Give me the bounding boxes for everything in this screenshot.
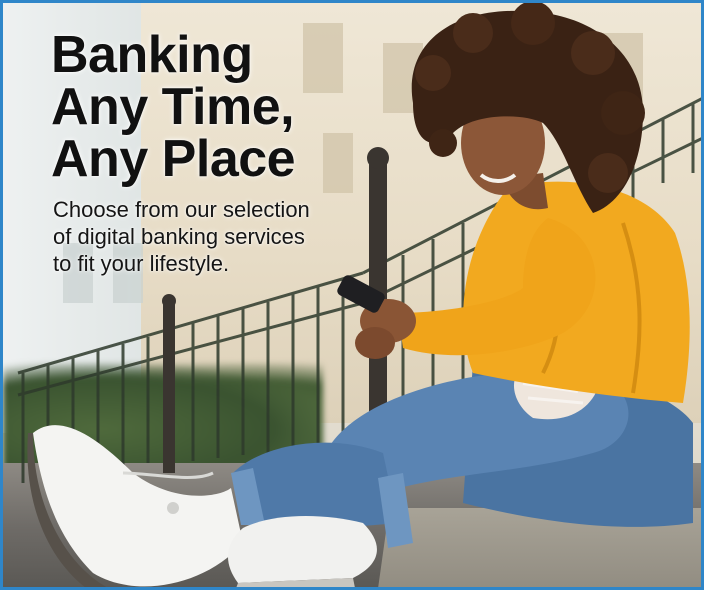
headline: Banking Any Time, Any Place bbox=[51, 26, 296, 188]
subheadline: Choose from our selection of digital ban… bbox=[53, 196, 353, 277]
banking-ad: Banking Any Time, Any Place Choose from … bbox=[0, 0, 704, 590]
subheadline-line-3: to fit your lifestyle. bbox=[53, 251, 230, 276]
headline-line-3: Any Place bbox=[51, 130, 296, 188]
subheadline-line-2: of digital banking services bbox=[53, 224, 305, 249]
headline-line-1: Banking bbox=[51, 26, 253, 84]
subheadline-line-1: Choose from our selection bbox=[53, 197, 310, 222]
headline-line-2: Any Time, bbox=[51, 78, 295, 136]
